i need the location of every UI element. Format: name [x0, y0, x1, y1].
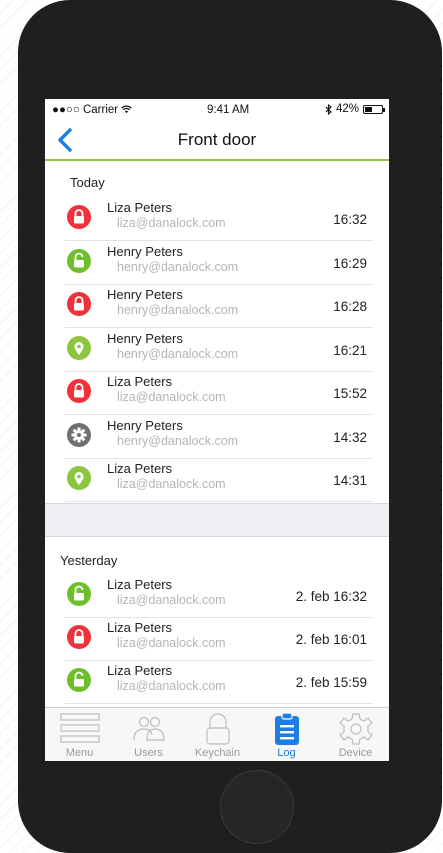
user-email: liza@danalock.com — [117, 679, 226, 693]
wifi-icon — [121, 105, 133, 114]
event-time: 15:52 — [333, 386, 367, 401]
gear-icon — [338, 713, 373, 745]
user-email: liza@danalock.com — [117, 216, 226, 230]
user-email: henry@danalock.com — [117, 346, 239, 361]
nav-bar: Front door — [45, 121, 389, 161]
user-email: liza@danalock.com — [117, 390, 226, 404]
event-time: 2. feb 16:01 — [295, 632, 367, 647]
tab-users[interactable]: Users — [114, 708, 183, 761]
user-name: Liza Peters — [107, 663, 173, 678]
tab-label: Users — [134, 747, 163, 759]
menu-icon — [59, 713, 100, 743]
lock-icon — [67, 205, 91, 229]
user-email: liza@danalock.com — [117, 477, 226, 491]
tab-label: Device — [338, 747, 373, 759]
tab-log[interactable]: Log — [252, 708, 321, 761]
user-name: Henry Peters — [107, 287, 183, 302]
app-screen: ●●○○ Carrier 9:41 AM 42% Front door Toda… — [45, 99, 389, 761]
status-time: 9:41 AM — [207, 104, 250, 116]
log-row[interactable]: Henry Peters henry@danalock.com 16:28 — [65, 284, 373, 328]
log-row[interactable]: Liza Peters liza@danalock.com 2. feb 15:59 — [65, 660, 373, 704]
log-row[interactable]: Liza Peters liza@danalock.com 2. feb 16:01 — [65, 617, 373, 661]
log-row[interactable]: Liza Peters liza@danalock.com 14:31 — [65, 458, 373, 502]
user-email: henry@danalock.com — [117, 303, 239, 317]
tab-bar: Menu Users Keychain Log Device — [45, 707, 389, 761]
user-email: liza@danalock.com — [117, 593, 226, 607]
carrier-label: ●●○○ Carrier — [52, 104, 133, 116]
user-name: Liza Peters — [107, 461, 173, 476]
unlock-icon — [67, 248, 91, 273]
unlock-icon — [67, 668, 91, 692]
tab-keychain[interactable]: Keychain — [183, 708, 252, 761]
tab-menu[interactable]: Menu — [45, 708, 114, 761]
status-right: 42% — [325, 103, 385, 115]
location-pin-icon — [67, 466, 91, 490]
home-button[interactable] — [220, 770, 294, 844]
event-time: 2. feb 15:59 — [295, 675, 367, 690]
page-title: Front door — [177, 130, 257, 149]
log-row[interactable]: Liza Peters liza@danalock.com 16:32 — [65, 197, 373, 241]
log-row[interactable]: Henry Peters henry@danalock.com 16:21 — [65, 328, 373, 372]
event-time: 16:32 — [333, 212, 367, 227]
clipboard-icon — [274, 712, 299, 745]
bluetooth-icon — [325, 103, 332, 115]
tab-label: Log — [277, 747, 296, 759]
user-name: Henry Peters — [107, 417, 183, 433]
users-icon — [132, 716, 165, 741]
battery-icon — [363, 104, 385, 114]
log-list[interactable]: Today Liza Peters liza@danalock.com 16:32 H… — [45, 161, 389, 707]
log-row[interactable]: Liza Peters liza@danalock.com 2. feb 16:32 — [65, 574, 373, 618]
user-name: Liza Peters — [107, 620, 173, 635]
user-name: Henry Peters — [107, 330, 183, 346]
tab-device[interactable]: Device — [321, 708, 389, 761]
event-time: 16:29 — [333, 255, 367, 271]
gear-icon — [67, 422, 91, 447]
user-email: liza@danalock.com — [117, 636, 226, 650]
user-name: Henry Peters — [107, 243, 183, 259]
user-name: Liza Peters — [107, 577, 173, 592]
user-name: Liza Peters — [107, 200, 173, 215]
battery-percent: 42% — [335, 103, 359, 115]
padlock-icon — [205, 713, 230, 745]
section-divider — [45, 503, 389, 537]
section-header-today: Today — [70, 175, 105, 190]
event-time: 14:32 — [333, 429, 367, 445]
event-time: 14:31 — [333, 473, 367, 488]
lock-icon — [67, 379, 91, 403]
tab-label: Keychain — [194, 747, 241, 759]
tab-label: Menu — [65, 747, 94, 759]
log-row[interactable]: Liza Peters liza@danalock.com 15:52 — [65, 371, 373, 415]
user-email: henry@danalock.com — [117, 259, 239, 274]
location-pin-icon — [67, 335, 91, 360]
event-time: 16:28 — [333, 299, 367, 314]
unlock-icon — [67, 582, 91, 606]
event-time: 16:21 — [333, 342, 367, 358]
lock-icon — [67, 292, 91, 316]
lock-icon — [67, 625, 91, 649]
event-time: 2. feb 16:32 — [295, 589, 367, 604]
user-email: henry@danalock.com — [117, 433, 239, 448]
log-row[interactable]: Henry Peters henry@danalock.com 14:32 — [65, 415, 373, 459]
section-header-yesterday: Yesterday — [60, 553, 118, 568]
user-name: Liza Peters — [107, 374, 173, 389]
status-bar: ●●○○ Carrier 9:41 AM 42% — [45, 99, 389, 121]
log-row[interactable]: Henry Peters henry@danalock.com 16:29 — [65, 241, 373, 285]
